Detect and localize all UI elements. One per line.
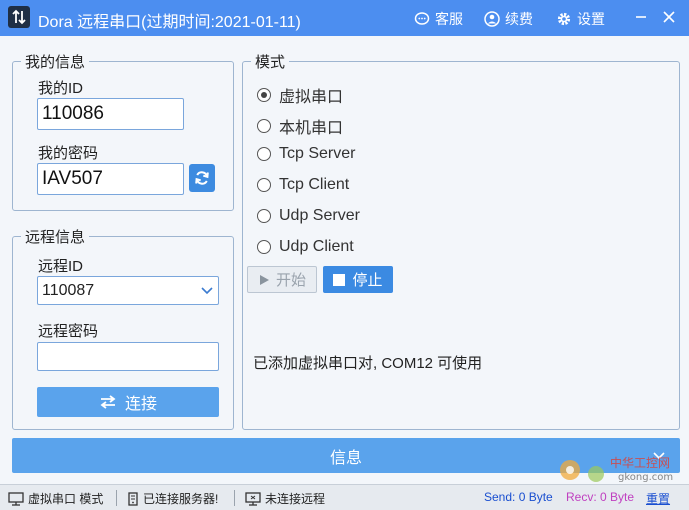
my-id-label: 我的ID xyxy=(38,80,84,97)
reset-link[interactable]: 重置 xyxy=(646,490,670,507)
customer-service-label: 客服 xyxy=(435,11,463,27)
remote-id-selected: 110087 xyxy=(42,281,95,299)
chat-icon xyxy=(414,12,430,25)
refresh-icon xyxy=(195,171,209,185)
radio-icon xyxy=(257,147,271,161)
status-server-text: 已连接服务器! xyxy=(143,492,219,506)
my-password-label: 我的密码 xyxy=(38,145,99,162)
mode-option-label: Udp Server xyxy=(279,207,360,224)
remote-password-label: 远程密码 xyxy=(38,323,99,340)
remote-info-legend: 远程信息 xyxy=(25,229,86,246)
mode-legend: 模式 xyxy=(255,54,286,71)
status-remote: 未连接远程 xyxy=(245,490,325,507)
remote-monitor-icon xyxy=(245,491,261,506)
refresh-password-button[interactable] xyxy=(189,164,215,192)
status-mode-text: 虚拟串口 模式 xyxy=(28,492,104,506)
recv-bytes: Recv: 0 Byte xyxy=(566,490,635,504)
mode-option-label: 虚拟串口 xyxy=(279,89,344,106)
radio-icon xyxy=(257,178,271,192)
window-title: Dora 远程串口(过期时间:2021-01-11) xyxy=(38,14,301,31)
radio-selected-icon xyxy=(257,88,271,102)
renew-button[interactable]: 续费 xyxy=(484,9,533,29)
mode-option-udp-client[interactable]: Udp Client xyxy=(257,238,354,256)
swap-arrows-icon xyxy=(100,395,116,409)
settings-label: 设置 xyxy=(577,11,605,27)
mode-option-label: 本机串口 xyxy=(279,120,344,137)
start-button[interactable]: 开始 xyxy=(247,266,317,293)
svg-text:gkong.com: gkong.com xyxy=(618,472,673,483)
status-remote-text: 未连接远程 xyxy=(265,492,326,506)
mode-option-label: Tcp Server xyxy=(279,145,356,162)
mode-option-local-serial[interactable]: 本机串口 xyxy=(257,114,343,138)
status-server: 已连接服务器! xyxy=(127,490,218,507)
my-id-field[interactable]: 110086 xyxy=(37,98,184,130)
status-bar: 虚拟串口 模式 已连接服务器! 未连接远程 Send: 0 Byte Recv:… xyxy=(0,484,689,510)
send-bytes: Send: 0 Byte xyxy=(484,490,553,504)
my-info-legend: 我的信息 xyxy=(25,54,86,71)
remote-id-label: 远程ID xyxy=(38,258,84,275)
customer-service-button[interactable]: 客服 xyxy=(414,9,463,29)
minimize-icon[interactable] xyxy=(632,8,650,26)
stop-button[interactable]: 停止 xyxy=(323,266,393,293)
start-label: 开始 xyxy=(275,272,306,289)
radio-icon xyxy=(257,119,271,133)
play-icon xyxy=(259,274,269,285)
close-icon[interactable] xyxy=(660,8,678,26)
my-password-field[interactable]: IAV507 xyxy=(37,163,184,195)
settings-button[interactable]: 设置 xyxy=(556,9,605,29)
gear-icon xyxy=(557,12,571,26)
mode-option-udp-server[interactable]: Udp Server xyxy=(257,207,360,225)
stop-label: 停止 xyxy=(352,272,383,289)
renew-label: 续费 xyxy=(505,11,533,27)
radio-icon xyxy=(257,240,271,254)
server-icon xyxy=(128,491,138,506)
title-bar: Dora 远程串口(过期时间:2021-01-11) 客服 续费 设置 xyxy=(0,0,689,36)
chevron-down-icon xyxy=(201,286,213,294)
monitor-icon xyxy=(8,491,24,506)
app-logo-icon xyxy=(8,6,30,28)
svg-text:中华工控网: 中华工控网 xyxy=(610,455,670,470)
user-icon xyxy=(484,11,500,27)
mode-option-tcp-client[interactable]: Tcp Client xyxy=(257,176,349,194)
mode-option-label: Udp Client xyxy=(279,238,354,255)
radio-icon xyxy=(257,209,271,223)
watermark-logo: 中华工控网 gkong.com xyxy=(560,455,673,483)
mode-option-virtual-serial[interactable]: 虚拟串口 xyxy=(257,83,343,107)
connect-label: 连接 xyxy=(124,396,157,413)
connect-button[interactable]: 连接 xyxy=(37,387,219,417)
mode-status-message: 已添加虚拟串口对, COM12 可使用 xyxy=(253,355,483,372)
mode-option-tcp-server[interactable]: Tcp Server xyxy=(257,145,355,163)
mode-option-label: Tcp Client xyxy=(279,176,350,193)
stop-icon xyxy=(333,273,346,286)
remote-password-field[interactable] xyxy=(37,342,219,371)
remote-id-select[interactable]: 110087 xyxy=(37,276,219,305)
status-mode: 虚拟串口 模式 xyxy=(8,490,103,507)
info-label: 信息 xyxy=(329,449,362,467)
